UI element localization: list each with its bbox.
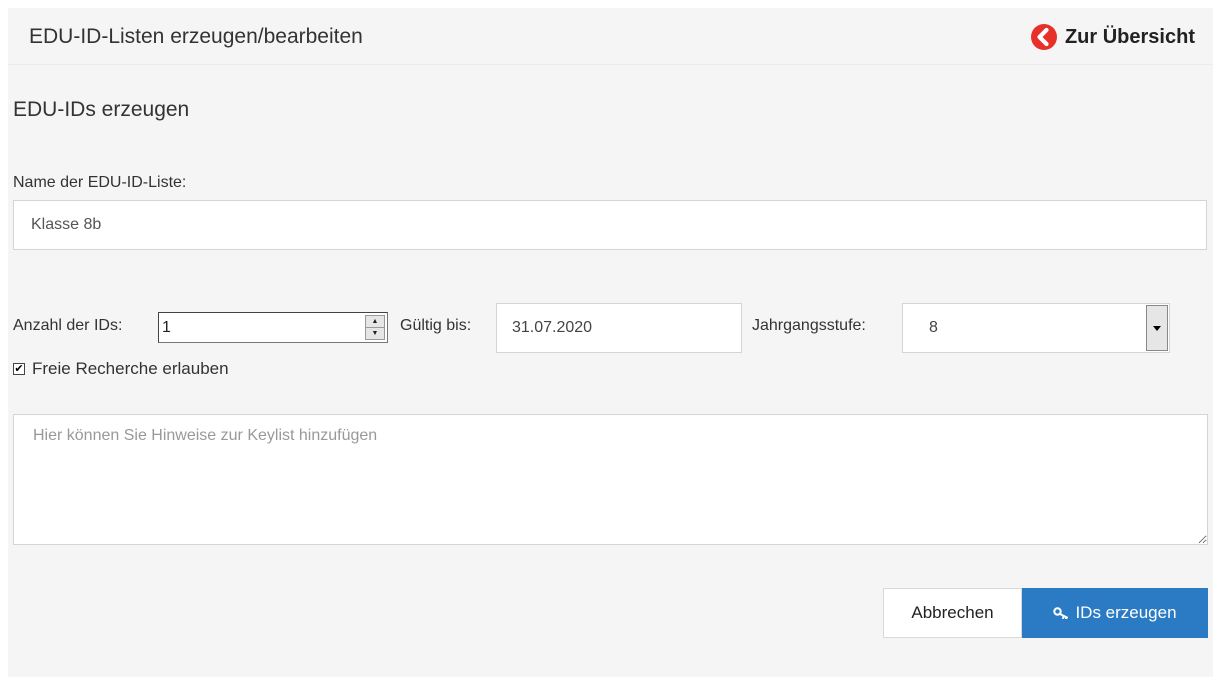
- page-title: EDU-ID-Listen erzeugen/bearbeiten: [29, 25, 363, 48]
- form-panel: EDU-ID-Listen erzeugen/bearbeiten Zur Üb…: [8, 8, 1213, 677]
- increment-icon[interactable]: ▲: [366, 316, 384, 328]
- notes-textarea[interactable]: [13, 414, 1208, 545]
- grade-dropdown-button[interactable]: [1146, 305, 1168, 351]
- id-count-input[interactable]: [162, 316, 358, 339]
- back-to-overview-link[interactable]: Zur Übersicht: [1029, 22, 1195, 52]
- free-research-checkbox[interactable]: ✔: [13, 363, 25, 375]
- decrement-icon[interactable]: ▼: [366, 328, 384, 339]
- valid-until-input[interactable]: [496, 303, 742, 353]
- options-row: Anzahl der IDs: ▲ ▼ Gültig bis: Jahrgang…: [13, 303, 1208, 353]
- overview-link-label: Zur Übersicht: [1064, 25, 1195, 48]
- id-count-stepper[interactable]: ▲ ▼: [158, 312, 388, 343]
- section-title: EDU-IDs erzeugen: [13, 98, 190, 121]
- generate-ids-button[interactable]: IDs erzeugen: [1022, 588, 1208, 638]
- free-research-row: ✔ Freie Recherche erlauben: [13, 358, 229, 380]
- key-icon: [1053, 607, 1069, 619]
- list-name-label: Name der EDU-ID-Liste:: [13, 174, 187, 191]
- id-count-spinner[interactable]: ▲ ▼: [365, 315, 385, 340]
- grade-label: Jahrgangsstufe:: [752, 317, 866, 334]
- grade-select-value: 8: [929, 319, 938, 336]
- valid-until-label: Gültig bis:: [400, 317, 472, 334]
- cancel-button-label: Abbrechen: [911, 603, 994, 622]
- arrow-left-circle-icon: [1030, 24, 1057, 50]
- free-research-label[interactable]: Freie Recherche erlauben: [32, 359, 229, 379]
- grade-select[interactable]: 8: [902, 303, 1170, 353]
- list-name-input[interactable]: [13, 200, 1207, 250]
- id-count-label: Anzahl der IDs:: [13, 317, 123, 334]
- cancel-button[interactable]: Abbrechen: [883, 588, 1022, 638]
- page-header: EDU-ID-Listen erzeugen/bearbeiten Zur Üb…: [8, 8, 1213, 65]
- generate-button-label: IDs erzeugen: [1075, 603, 1177, 622]
- chevron-down-icon: [1153, 325, 1161, 331]
